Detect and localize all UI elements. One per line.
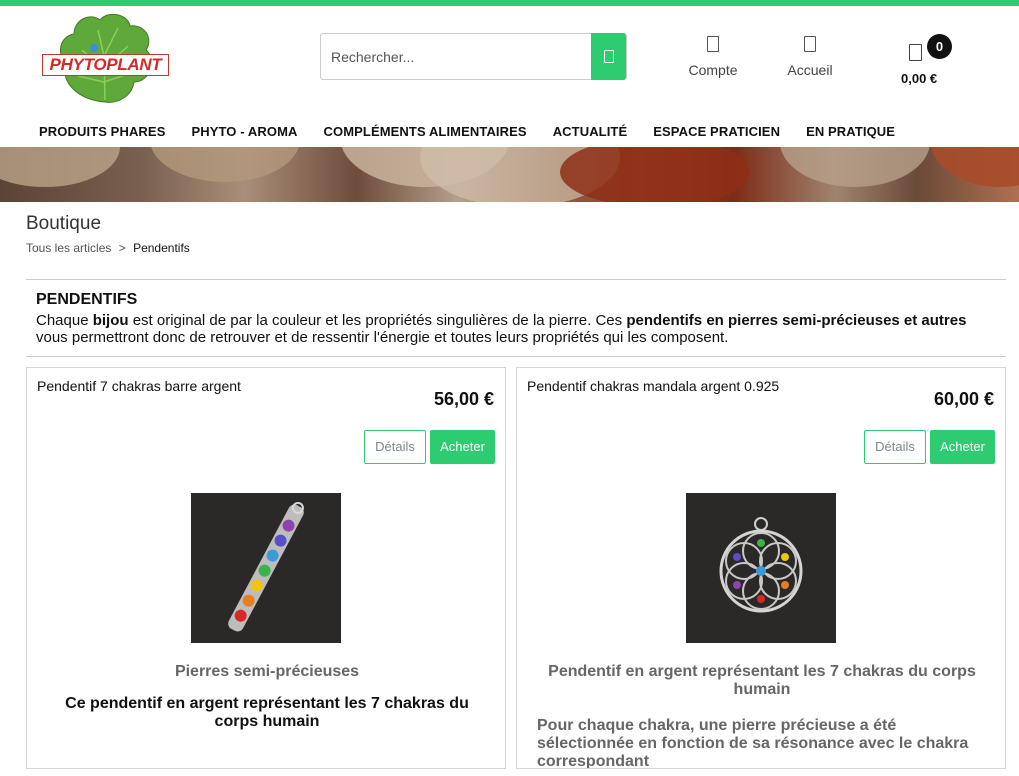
- chakra-bar-pendant-image: [191, 493, 341, 643]
- divider: [26, 279, 1006, 280]
- product-subtitle: Pendentif en argent représentant les 7 c…: [548, 663, 976, 698]
- nav-item-phyto-aroma[interactable]: PHYTO - AROMA: [191, 124, 297, 139]
- account-link[interactable]: Compte: [682, 36, 744, 78]
- product-description: Pour chaque chakra, une pierre précieuse…: [537, 717, 969, 769]
- breadcrumb-root[interactable]: Tous les articles: [26, 241, 111, 255]
- breadcrumb-separator: >: [118, 241, 126, 255]
- details-button[interactable]: Détails: [864, 430, 926, 464]
- user-icon: [707, 36, 719, 52]
- breadcrumb: Tous les articles > Pendentifs: [26, 241, 190, 255]
- logo-wordmark: PHYTOPLANT: [42, 54, 169, 76]
- breadcrumb-current: Pendentifs: [133, 241, 190, 255]
- site-header: PHYTOPLANT Compte Accueil 0 0,00 € PRODU…: [0, 6, 1019, 139]
- product-card: Pendentif chakras mandala argent 0.925 6…: [516, 367, 1006, 769]
- banner-spices: [560, 147, 750, 202]
- buy-button[interactable]: Acheter: [430, 430, 495, 464]
- nav-item-produits-phares[interactable]: PRODUITS PHARES: [39, 124, 165, 139]
- desc-bold: bijou: [92, 312, 129, 329]
- divider: [26, 356, 1006, 357]
- product-price: 60,00 €: [933, 389, 994, 409]
- account-label: Compte: [688, 62, 738, 78]
- desc-text: Chaque: [36, 312, 93, 329]
- nav-item-complements-alimentaires[interactable]: COMPLÉMENTS ALIMENTAIRES: [324, 124, 527, 139]
- product-description: Ce pendentif en argent représentant les …: [65, 695, 469, 730]
- search-icon: [603, 50, 614, 63]
- banner-bowl: [0, 147, 120, 187]
- mandala-pendant-image: [686, 493, 836, 643]
- home-link[interactable]: Accueil: [780, 36, 840, 78]
- home-label: Accueil: [787, 62, 833, 78]
- desc-text: est original de par la couleur et les pr…: [128, 312, 627, 329]
- cart-total: 0,00 €: [901, 71, 938, 86]
- nav-item-espace-praticien[interactable]: ESPACE PRATICIEN: [653, 124, 780, 139]
- cart-count-badge: 0: [927, 34, 952, 59]
- page-title: Boutique: [26, 213, 102, 234]
- product-card: Pendentif 7 chakras barre argent 56,00 €…: [26, 367, 506, 769]
- cart-icon: [909, 44, 922, 61]
- home-icon: [804, 36, 816, 52]
- category-title: PENDENTIFS: [36, 291, 138, 308]
- buy-button[interactable]: Acheter: [930, 430, 995, 464]
- product-name[interactable]: Pendentif 7 chakras barre argent: [37, 378, 241, 394]
- details-button[interactable]: Détails: [364, 430, 426, 464]
- nav-item-actualite[interactable]: ACTUALITÉ: [553, 124, 628, 139]
- product-price: 56,00 €: [433, 389, 494, 409]
- category-description: Chaque bijou est original de par la coul…: [36, 312, 986, 346]
- product-subtitle: Pierres semi-précieuses: [174, 663, 360, 680]
- banner-bowl: [930, 147, 1019, 187]
- banner-bowl: [150, 147, 300, 182]
- banner-bowl: [780, 147, 930, 187]
- header-banner-image: [0, 147, 1019, 202]
- product-image[interactable]: [686, 493, 836, 643]
- desc-text: vous permettront donc de retrouver et de…: [36, 329, 729, 346]
- site-logo[interactable]: PHYTOPLANT: [38, 10, 172, 110]
- search-input[interactable]: [321, 34, 593, 79]
- desc-bold: pendentifs en pierres semi-précieuses et…: [626, 312, 967, 329]
- search-box: [320, 33, 627, 80]
- nav-item-en-pratique[interactable]: EN PRATIQUE: [806, 124, 895, 139]
- search-button[interactable]: [591, 33, 626, 80]
- main-nav: PRODUITS PHARES PHYTO - AROMA COMPLÉMENT…: [39, 124, 895, 139]
- product-name[interactable]: Pendentif chakras mandala argent 0.925: [527, 378, 779, 394]
- product-image[interactable]: [191, 493, 341, 643]
